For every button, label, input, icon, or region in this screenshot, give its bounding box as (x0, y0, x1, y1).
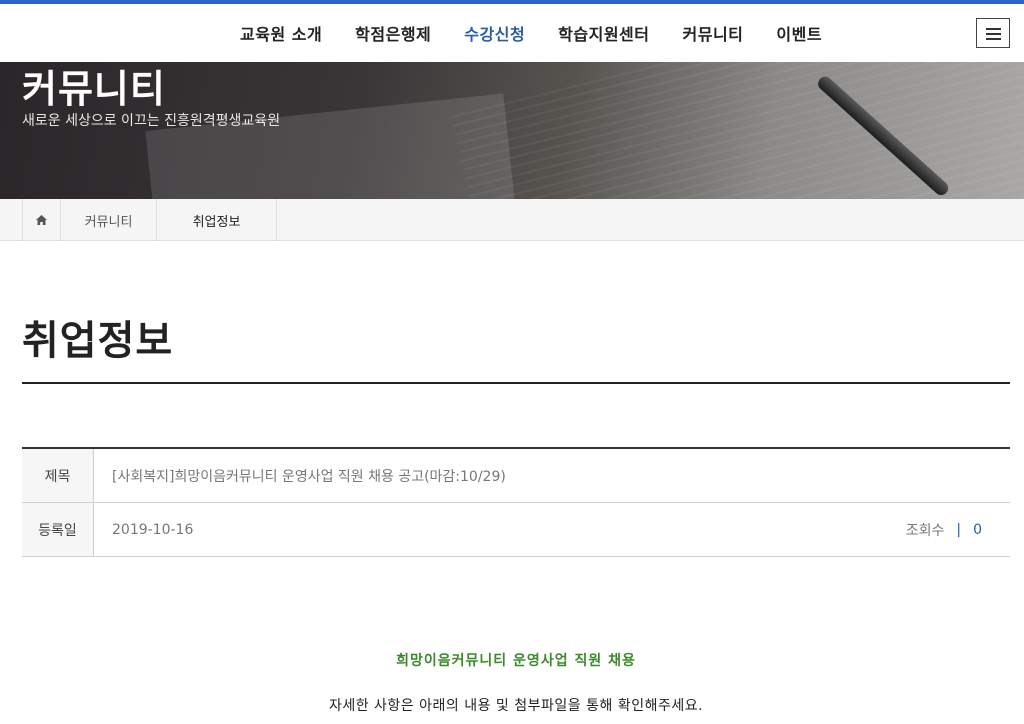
main-menu: 교육원 소개 학점은행제 수강신청 학습지원센터 커뮤니티 이벤트 (240, 4, 855, 62)
hero-subtitle: 새로운 세상으로 이끄는 진흥원격평생교육원 (22, 113, 281, 129)
breadcrumb: 커뮤니티 취업정보 (0, 199, 1024, 241)
view-count: 조회수 | 0 (906, 503, 982, 556)
home-icon (36, 215, 47, 225)
nav-item-enrollment[interactable]: 수강신청 (464, 21, 525, 45)
post-info-table: 제목 [사회복지]희망이음커뮤니티 운영사업 직원 채용 공고(마감:10/29… (22, 447, 1010, 557)
breadcrumb-item-community[interactable]: 커뮤니티 (61, 199, 157, 241)
nav-item-event[interactable]: 이벤트 (776, 21, 822, 45)
title-divider (22, 382, 1010, 384)
views-label: 조회수 (905, 522, 945, 539)
post-content-heading: 희망이음커뮤니티 운영사업 직원 채용 (396, 653, 636, 669)
nav-item-credit-bank[interactable]: 학점은행제 (355, 21, 431, 45)
hero-banner: 커뮤니티 새로운 세상으로 이끄는 진흥원격평생교육원 (0, 62, 1024, 199)
page-title: 취업정보 (22, 318, 174, 364)
breadcrumb-item-current[interactable]: 취업정보 (157, 199, 277, 241)
post-date-row: 등록일 2019-10-16 조회수 | 0 (22, 503, 1010, 557)
post-subject-row: 제목 [사회복지]희망이음커뮤니티 운영사업 직원 채용 공고(마감:10/29… (22, 449, 1010, 503)
post-content-text: 자세한 사항은 아래의 내용 및 첨부파일을 통해 확인해주세요. (328, 698, 704, 714)
date-label: 등록일 (22, 503, 94, 556)
hamburger-line (986, 33, 1001, 35)
post-subject: [사회복지]희망이음커뮤니티 운영사업 직원 채용 공고(마감:10/29) (112, 468, 506, 485)
hamburger-line (986, 38, 1001, 40)
views-separator: | (956, 521, 962, 538)
hamburger-icon[interactable] (976, 18, 1010, 48)
nav-item-about[interactable]: 교육원 소개 (240, 21, 322, 45)
nav-item-community[interactable]: 커뮤니티 (683, 21, 744, 45)
views-count: 0 (973, 521, 982, 538)
breadcrumb-home[interactable] (22, 199, 61, 241)
nav-item-learning-support[interactable]: 학습지원센터 (558, 21, 649, 45)
global-nav: 교육원 소개 학점은행제 수강신청 학습지원센터 커뮤니티 이벤트 (0, 4, 1024, 62)
subject-label: 제목 (22, 449, 94, 502)
hamburger-line (986, 28, 1001, 30)
post-date: 2019-10-16 (112, 521, 194, 538)
hero-title: 커뮤니티 (22, 67, 166, 111)
